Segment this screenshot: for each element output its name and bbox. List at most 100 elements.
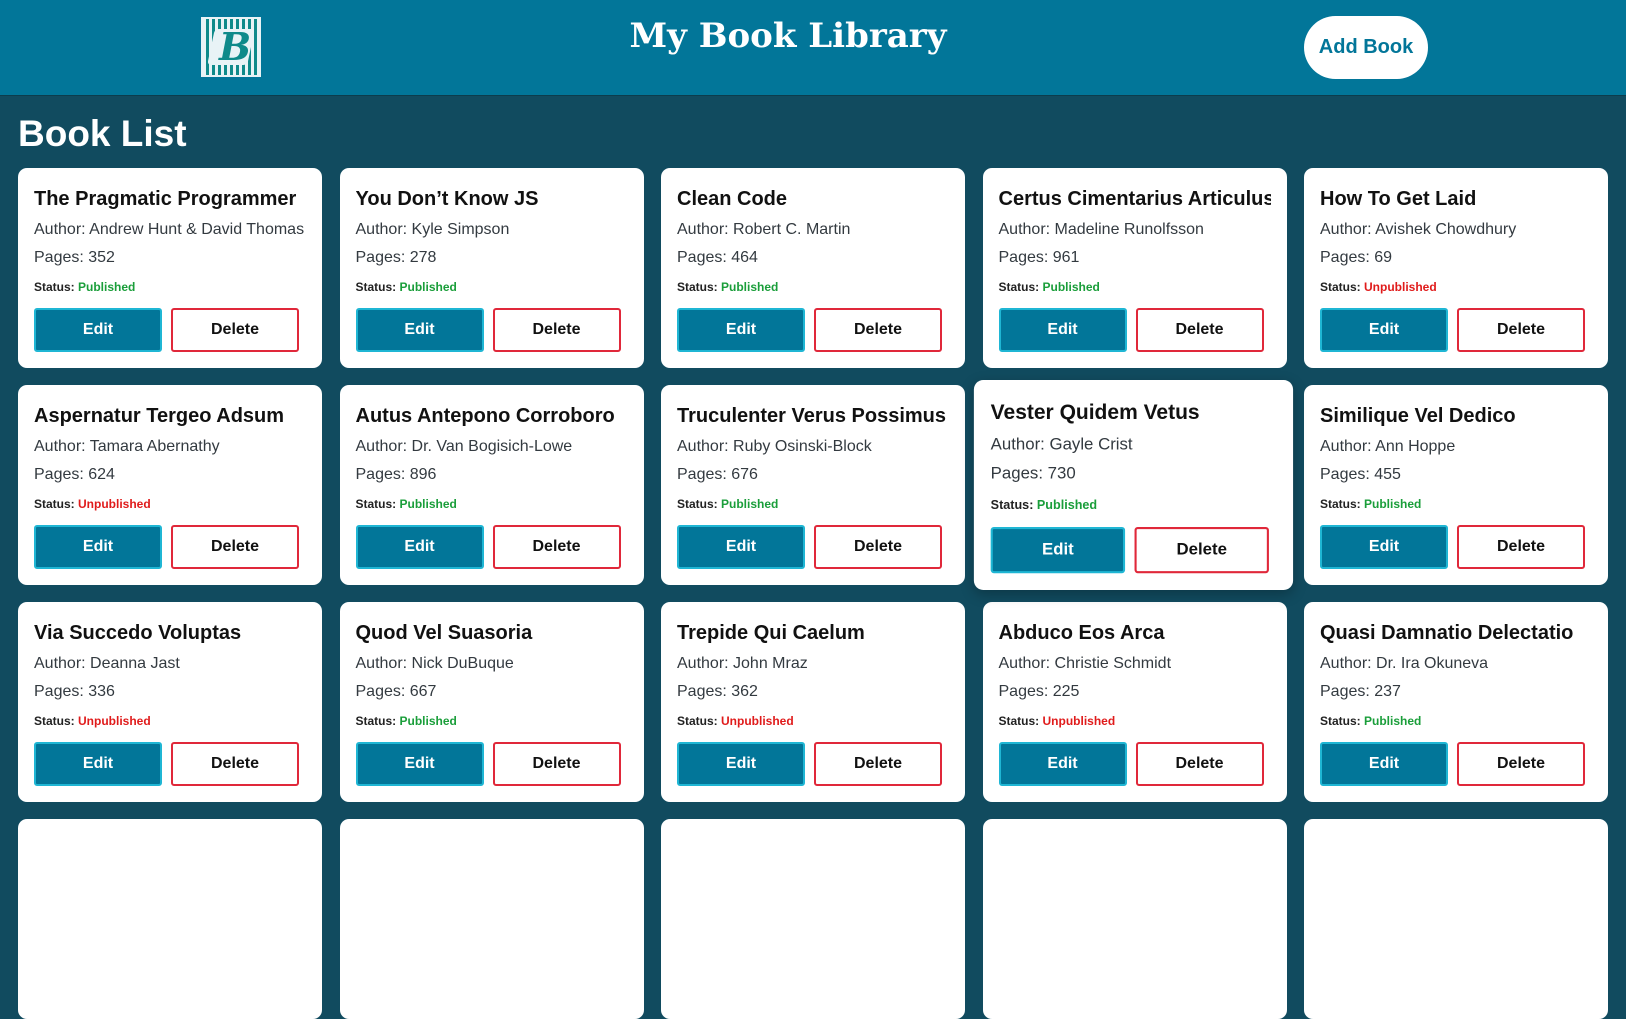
delete-button[interactable]: Delete — [814, 525, 942, 569]
card-actions: Edit Delete — [355, 308, 621, 352]
edit-button[interactable]: Edit — [355, 742, 484, 786]
delete-button[interactable]: Delete — [1457, 742, 1585, 786]
book-card: Similique Vel Dedico Author: Ann Hoppe P… — [1304, 385, 1608, 585]
book-author: Author: Tamara Abernathy — [34, 438, 220, 455]
add-book-button[interactable]: Add Book — [1304, 16, 1428, 79]
status-label: Status: — [998, 280, 1043, 294]
book-card — [982, 819, 1287, 1019]
delete-button[interactable]: Delete — [492, 308, 621, 352]
status-label: Status: — [34, 497, 79, 511]
book-author: Author: Dr. Ira Okuneva — [1320, 655, 1489, 672]
edit-button[interactable]: Edit — [1320, 525, 1448, 569]
delete-button[interactable]: Delete — [171, 525, 299, 569]
book-card: Truculenter Verus Possimus Author: Ruby … — [661, 385, 965, 585]
edit-button[interactable]: Edit — [355, 308, 484, 352]
status-label: Status: — [677, 497, 722, 511]
delete-button[interactable]: Delete — [1134, 527, 1269, 574]
book-pages: Pages: 896 — [355, 466, 437, 483]
delete-button[interactable]: Delete — [492, 525, 621, 569]
status-label: Status: — [34, 714, 79, 728]
delete-button[interactable]: Delete — [1457, 308, 1585, 352]
status-label: Status: — [998, 714, 1043, 728]
delete-button[interactable]: Delete — [1135, 742, 1264, 786]
book-status: Status: Published — [356, 496, 628, 512]
edit-button[interactable]: Edit — [34, 525, 162, 569]
book-card: Via Succedo Voluptas Author: Deanna Jast… — [18, 602, 322, 802]
delete-button[interactable]: Delete — [171, 308, 299, 352]
book-card — [661, 819, 965, 1019]
status-label: Status: — [355, 714, 400, 728]
status-value: Published — [1036, 497, 1097, 513]
delete-button[interactable]: Delete — [171, 742, 299, 786]
book-pages: Pages: 278 — [355, 249, 437, 266]
edit-button[interactable]: Edit — [990, 527, 1125, 574]
book-title: How To Get Laid — [1320, 188, 1477, 210]
status-value: Published — [721, 497, 779, 511]
book-title: Aspernatur Tergeo Adsum — [34, 405, 285, 427]
book-pages: Pages: 676 — [677, 466, 758, 483]
book-pages: Pages: 455 — [1320, 466, 1401, 483]
book-status: Status: Published — [677, 279, 949, 295]
book-status: Status: Published — [677, 496, 949, 512]
card-actions: Edit Delete — [998, 742, 1264, 786]
edit-button[interactable]: Edit — [677, 742, 805, 786]
card-actions: Edit Delete — [355, 742, 621, 786]
book-pages: Pages: 69 — [1320, 249, 1393, 266]
delete-button[interactable]: Delete — [1135, 308, 1264, 352]
book-author: Author: Christie Schmidt — [998, 655, 1172, 672]
card-actions: Edit Delete — [355, 525, 621, 569]
edit-button[interactable]: Edit — [355, 525, 484, 569]
book-status: Status: Unpublished — [677, 713, 949, 729]
book-title: The Pragmatic Programmer — [34, 188, 297, 210]
edit-button[interactable]: Edit — [677, 308, 805, 352]
book-pages: Pages: 730 — [990, 465, 1076, 483]
book-status: Status: Published — [999, 279, 1271, 295]
status-label: Status: — [1320, 714, 1365, 728]
edit-button[interactable]: Edit — [1320, 308, 1448, 352]
edit-button[interactable]: Edit — [34, 742, 162, 786]
status-value: Unpublished — [78, 497, 151, 511]
card-actions: Edit Delete — [34, 742, 299, 786]
book-card: Autus Antepono Corroboro Author: Dr. Van… — [339, 385, 644, 585]
status-value: Published — [78, 280, 136, 294]
status-value: Published — [1042, 280, 1100, 294]
edit-button[interactable]: Edit — [677, 525, 805, 569]
card-actions: Edit Delete — [1320, 742, 1585, 786]
status-value: Unpublished — [78, 714, 151, 728]
edit-button[interactable]: Edit — [1320, 742, 1448, 786]
status-value: Published — [721, 280, 779, 294]
book-author: Author: Madeline Runolfsson — [998, 221, 1204, 238]
book-card: Certus Cimentarius Articulus Author: Mad… — [982, 168, 1287, 368]
book-author: Author: Dr. Van Bogisich-Lowe — [355, 438, 573, 455]
delete-button[interactable]: Delete — [814, 742, 942, 786]
book-author: Author: Avishek Chowdhury — [1320, 221, 1517, 238]
status-label: Status: — [677, 714, 722, 728]
book-status: Status: Published — [1320, 496, 1592, 512]
book-title: Certus Cimentarius Articulus — [998, 188, 1271, 210]
book-pages: Pages: 336 — [34, 683, 115, 700]
edit-button[interactable]: Edit — [998, 742, 1127, 786]
book-status: Status: Published — [356, 279, 628, 295]
book-card — [1304, 819, 1608, 1019]
card-actions: Edit Delete — [990, 527, 1269, 574]
book-status: Status: Published — [34, 279, 306, 295]
book-title: Via Succedo Voluptas — [34, 622, 242, 644]
edit-button[interactable]: Edit — [34, 308, 162, 352]
edit-button[interactable]: Edit — [998, 308, 1127, 352]
book-author: Author: Nick DuBuque — [355, 655, 514, 672]
book-card: Aspernatur Tergeo Adsum Author: Tamara A… — [18, 385, 322, 585]
delete-button[interactable]: Delete — [1457, 525, 1585, 569]
book-author: Author: John Mraz — [677, 655, 808, 672]
book-card: Abduco Eos Arca Author: Christie Schmidt… — [982, 602, 1287, 802]
status-label: Status: — [990, 497, 1037, 513]
status-label: Status: — [34, 280, 79, 294]
card-actions: Edit Delete — [1320, 525, 1585, 569]
book-card: Trepide Qui Caelum Author: John Mraz Pag… — [661, 602, 965, 802]
book-title: You Don’t Know JS — [355, 188, 539, 210]
card-actions: Edit Delete — [34, 308, 299, 352]
book-title: Similique Vel Dedico — [1320, 405, 1516, 427]
book-status: Status: Unpublished — [999, 713, 1271, 729]
status-label: Status: — [677, 280, 722, 294]
delete-button[interactable]: Delete — [492, 742, 621, 786]
delete-button[interactable]: Delete — [814, 308, 942, 352]
